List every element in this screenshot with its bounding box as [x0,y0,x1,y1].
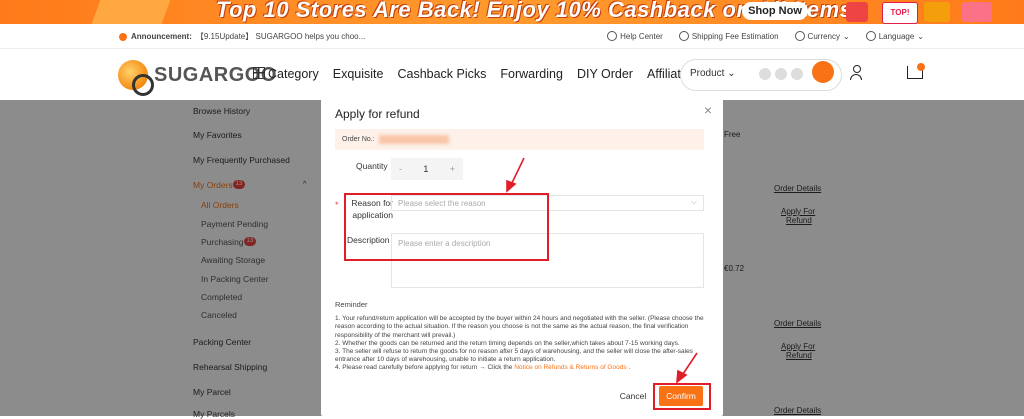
decrement-button[interactable]: - [399,164,402,174]
reminder-item: 3. The seller will refuse to return the … [335,348,693,364]
nav-exquisite[interactable]: Exquisite [333,67,384,81]
refund-notice-link[interactable]: Notice on Refunds & Returns of Goods [514,364,626,371]
reminder-section: Reminder 1. Your refund/return applicati… [335,300,710,373]
truck-icon [678,31,689,41]
main-header: SUGARGOO Category Exquisite Cashback Pic… [0,49,1024,99]
dialog-title: Apply for refund [335,107,420,121]
currency-icon [794,31,805,41]
announcement[interactable]: Announcement: 【9.15Update】 SUGARGOO help… [119,31,365,42]
reminder-item: 2. Whether the goods can be returned and… [335,339,680,347]
megaphone-icon [119,32,127,41]
currency-selector[interactable]: Currency ⌄ [794,31,850,41]
top-sticker: TOP! [882,2,918,24]
nav-forwarding[interactable]: Forwarding [500,67,563,81]
shop-now-button[interactable]: Shop Now [742,2,808,20]
language-icon [865,31,876,41]
chevron-down-icon: ⌵ [690,197,697,206]
order-number-label: Order No.: [342,136,375,143]
user-icon[interactable] [850,65,862,80]
order-number-redacted [379,135,449,144]
gift-box-icon [846,2,868,22]
logo-icon [118,60,154,96]
reminder-item: 4. Please read carefully before applying… [335,364,631,372]
search-input[interactable] [759,68,803,80]
promo-banner[interactable]: Top 10 Stores Are Back! Enjoy 10% Cashba… [0,0,1024,24]
cancel-button[interactable]: Cancel [613,386,653,406]
reminder-title: Reminder [335,300,368,309]
announcement-text[interactable]: 【9.15Update】 SUGARGOO helps you choo... [196,31,365,42]
nav-cashback-picks[interactable]: Cashback Picks [397,67,486,81]
reminder-item: 1. Your refund/return application will b… [335,315,704,339]
search-type-select[interactable]: Product ⌄ [690,68,736,79]
language-selector[interactable]: Language ⌄ [865,31,924,41]
help-icon [607,31,618,41]
search-button[interactable] [812,61,834,83]
announcement-label: Announcement: [131,32,192,41]
quantity-value: 1 [423,164,429,174]
gift-box-icon [962,2,992,22]
highlight-box-form [344,193,549,261]
nav-diy-order[interactable]: DIY Order [577,67,633,81]
help-center-link[interactable]: Help Center [607,31,663,41]
quantity-label: Quantity [356,161,388,171]
cart-badge [917,63,925,71]
increment-button[interactable]: + [450,164,455,174]
required-mark: * [335,200,339,210]
banner-decoration [89,0,173,24]
grid-icon [253,67,265,79]
order-number-bar: Order No.: [335,129,704,150]
shipping-fee-link[interactable]: Shipping Fee Estimation [678,31,779,41]
gift-box-icon [924,2,950,22]
quantity-stepper[interactable]: - 1 + [391,158,463,180]
close-icon[interactable]: × [704,103,712,117]
nav-category[interactable]: Category [253,67,319,81]
top-utility-bar: Announcement: 【9.15Update】 SUGARGOO help… [0,24,1024,49]
highlight-box-confirm [653,383,711,410]
